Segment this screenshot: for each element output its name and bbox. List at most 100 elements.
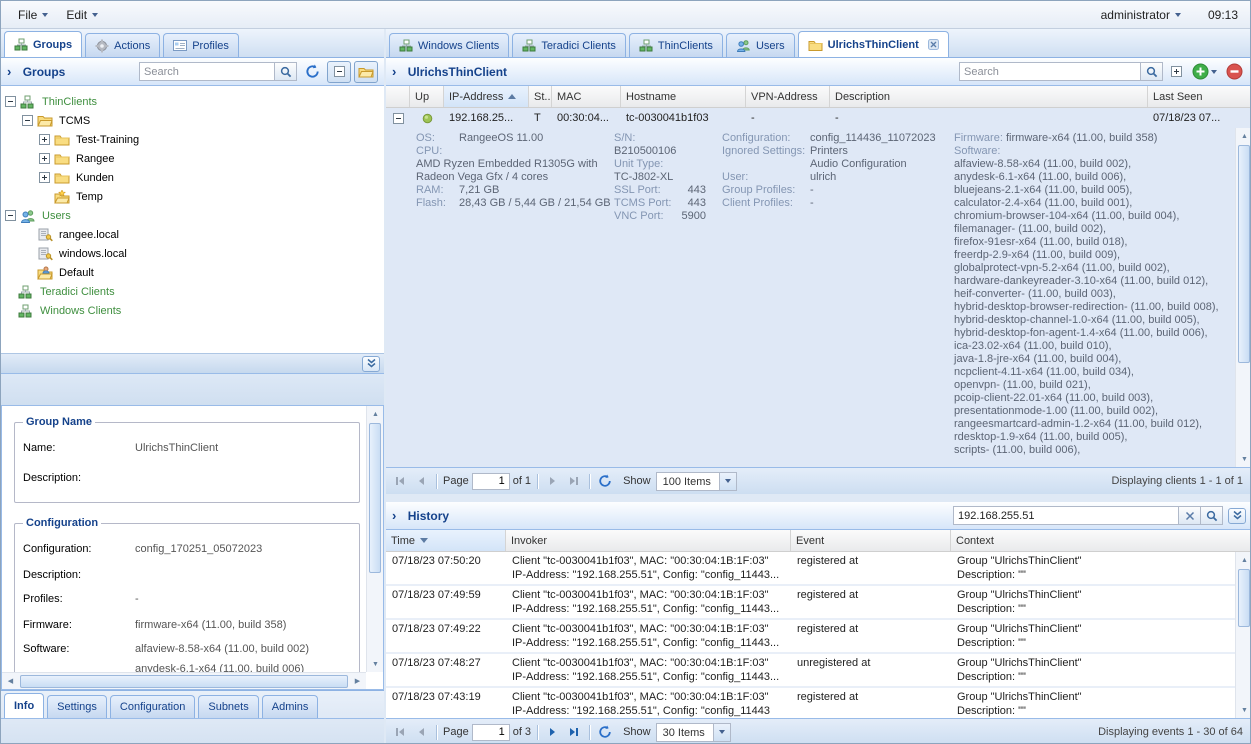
tree-item-rangee-local[interactable]: rangee.local (5, 225, 384, 244)
next-page-button[interactable] (544, 472, 562, 490)
tree-item-default[interactable]: Default (5, 263, 384, 282)
add-client-button[interactable] (1189, 61, 1219, 83)
scroll-right-icon[interactable]: ▶ (349, 673, 366, 689)
refresh-button[interactable] (596, 723, 614, 741)
tree-item-rangee[interactable]: Rangee (5, 149, 384, 168)
tree-item-kunden[interactable]: Kunden (5, 168, 384, 187)
clients-vertical-scrollbar[interactable]: ▲ ▼ (1235, 128, 1251, 467)
last-page-button[interactable] (565, 723, 583, 741)
page-size-select[interactable]: 100 Items (656, 472, 737, 491)
tree-item-temp[interactable]: Temp (5, 187, 384, 206)
search-button[interactable] (1141, 62, 1163, 81)
tab-settings[interactable]: Settings (47, 695, 107, 718)
tab-admins[interactable]: Admins (262, 695, 319, 718)
clear-search-button[interactable] (1179, 506, 1201, 525)
scroll-down-icon[interactable]: ▼ (1236, 451, 1251, 467)
column-event[interactable]: Event (791, 530, 951, 551)
tree-item-thinclients[interactable]: ThinClients (5, 92, 384, 111)
page-number-input[interactable] (472, 473, 510, 490)
scroll-up-icon[interactable]: ▲ (1236, 552, 1251, 568)
next-page-button[interactable] (544, 723, 562, 741)
groups-search-input[interactable] (139, 62, 275, 81)
column-status[interactable]: St... (529, 86, 552, 107)
tree-item-windows-clients[interactable]: Windows Clients (5, 301, 384, 320)
history-row[interactable]: 07/18/23 07:48:27 Client "tc-0030041b1f0… (386, 654, 1235, 688)
tab-ulrichsthinclient[interactable]: UlrichsThinClient (798, 31, 949, 57)
column-time[interactable]: Time (386, 530, 506, 551)
scrollbar-thumb[interactable] (20, 675, 348, 688)
page-number-input[interactable] (472, 724, 510, 741)
column-vpn-address[interactable]: VPN-Address (746, 86, 830, 107)
tree-item-teradici-clients[interactable]: Teradici Clients (5, 282, 384, 301)
refresh-button[interactable] (596, 472, 614, 490)
user-menu[interactable]: administrator (1092, 5, 1190, 25)
tab-windows-clients[interactable]: Windows Clients (389, 33, 509, 57)
collapse-expander-icon[interactable] (5, 96, 16, 107)
close-tab-icon[interactable] (928, 39, 939, 50)
search-button[interactable] (275, 62, 297, 81)
last-page-button[interactable] (565, 472, 583, 490)
first-page-button[interactable] (391, 723, 409, 741)
tree-item-windows-local[interactable]: windows.local (5, 244, 384, 263)
tree-item-tcms[interactable]: TCMS (5, 111, 384, 130)
history-row[interactable]: 07/18/23 07:50:20 Client "tc-0030041b1f0… (386, 552, 1235, 586)
scroll-down-icon[interactable]: ▼ (1236, 702, 1251, 718)
page-size-select[interactable]: 30 Items (656, 723, 731, 742)
column-description[interactable]: Description (830, 86, 1148, 107)
history-row[interactable]: 07/18/23 07:49:59 Client "tc-0030041b1f0… (386, 586, 1235, 620)
tab-users[interactable]: Users (726, 33, 795, 57)
history-vertical-scrollbar[interactable]: ▲ ▼ (1235, 552, 1251, 718)
tab-configuration[interactable]: Configuration (110, 695, 195, 718)
menu-edit[interactable]: Edit (57, 5, 107, 25)
scroll-left-icon[interactable]: ◀ (2, 673, 19, 689)
remove-client-button[interactable] (1222, 61, 1246, 83)
info-vertical-scrollbar[interactable]: ▲ ▼ (366, 406, 383, 672)
previous-page-button[interactable] (412, 723, 430, 741)
tree-item-test-training[interactable]: Test-Training (5, 130, 384, 149)
menu-file[interactable]: File (9, 5, 57, 25)
tree-item-users[interactable]: Users (5, 206, 384, 225)
collapse-expander-icon[interactable] (22, 115, 33, 126)
expand-expander-icon[interactable] (39, 134, 50, 145)
tab-groups[interactable]: Groups (4, 31, 82, 57)
column-invoker[interactable]: Invoker (506, 530, 791, 551)
collapse-row-icon[interactable] (393, 113, 404, 124)
collapse-history-button[interactable] (1228, 508, 1246, 524)
search-button[interactable] (1201, 506, 1223, 525)
panel-splitter[interactable] (386, 494, 1251, 502)
scrollbar-thumb[interactable] (1238, 145, 1250, 363)
collapse-all-button[interactable] (327, 61, 351, 83)
column-ip-address[interactable]: IP-Address (444, 86, 529, 107)
tab-thinclients[interactable]: ThinClients (629, 33, 723, 57)
history-row[interactable]: 07/18/23 07:43:19 Client "tc-0030041b1f0… (386, 688, 1235, 718)
collapse-expander-icon[interactable] (5, 210, 16, 221)
client-row[interactable]: 192.168.25... T 00:30:04... tc-0030041b1… (386, 108, 1251, 128)
scrollbar-thumb[interactable] (1238, 569, 1250, 627)
column-mac[interactable]: MAC (552, 86, 621, 107)
tab-profiles[interactable]: Profiles (163, 33, 239, 57)
first-page-button[interactable] (391, 472, 409, 490)
column-hostname[interactable]: Hostname (621, 86, 746, 107)
column-last-seen[interactable]: Last Seen (1148, 86, 1251, 107)
tab-actions[interactable]: Actions (85, 33, 160, 57)
expand-rows-button[interactable] (1166, 61, 1186, 83)
expand-expander-icon[interactable] (39, 153, 50, 164)
tab-subnets[interactable]: Subnets (198, 695, 258, 718)
column-up[interactable]: Up (410, 86, 444, 107)
info-horizontal-scrollbar[interactable]: ◀ ▶ (2, 672, 366, 689)
tab-info[interactable]: Info (4, 693, 44, 718)
collapse-panel-button[interactable] (362, 356, 380, 372)
refresh-button[interactable] (300, 61, 324, 83)
scroll-up-icon[interactable]: ▲ (367, 406, 384, 422)
history-search-input[interactable] (953, 506, 1179, 525)
scrollbar-thumb[interactable] (369, 423, 381, 573)
clients-search-input[interactable] (959, 62, 1141, 81)
previous-page-button[interactable] (412, 472, 430, 490)
expand-expander-icon[interactable] (39, 172, 50, 183)
scroll-down-icon[interactable]: ▼ (367, 656, 384, 672)
history-row[interactable]: 07/18/23 07:49:22 Client "tc-0030041b1f0… (386, 620, 1235, 654)
scroll-up-icon[interactable]: ▲ (1236, 128, 1251, 144)
tab-teradici-clients[interactable]: Teradici Clients (512, 33, 626, 57)
folder-view-button[interactable] (354, 61, 378, 83)
column-context[interactable]: Context (951, 530, 1251, 551)
